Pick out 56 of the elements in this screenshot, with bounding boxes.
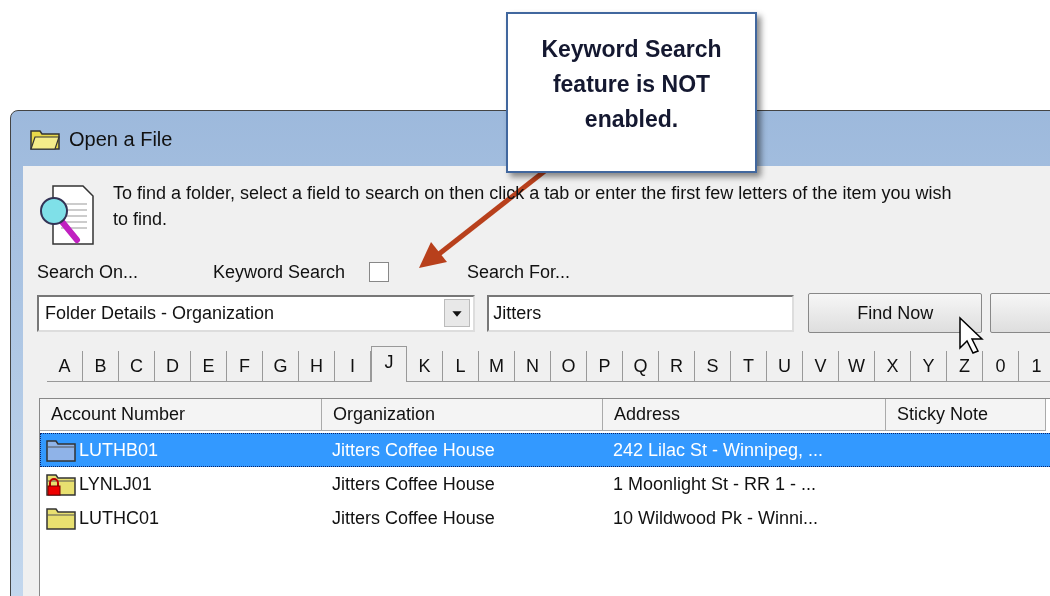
keyword-search-label: Keyword Search	[213, 260, 346, 284]
letter-tab[interactable]: T	[731, 351, 767, 381]
table-cell-text: LUTHB01	[79, 438, 159, 462]
search-for-label: Search For...	[467, 260, 571, 284]
callout-text: Keyword Search feature is NOT enabled.	[540, 35, 723, 134]
mouse-pointer-icon	[958, 316, 984, 356]
letter-tab[interactable]: U	[767, 351, 803, 381]
letter-tab[interactable]: A	[47, 351, 83, 381]
table-cell-text: LYNLJ01	[79, 472, 152, 496]
letter-tab[interactable]: L	[443, 351, 479, 381]
table-cell-text: LUTHC01	[79, 506, 160, 530]
column-header[interactable]: Address	[603, 399, 886, 431]
table-cell-text: Jitters Coffee House	[331, 438, 495, 462]
letter-tab[interactable]: B	[83, 351, 119, 381]
toolbar-button[interactable]	[990, 293, 1050, 333]
letter-tab[interactable]: K	[407, 351, 443, 381]
letter-tab[interactable]: H	[299, 351, 335, 381]
table-cell-text: 10 Wildwood Pk - Winni...	[612, 506, 819, 530]
folder-icon	[29, 127, 61, 150]
keyword-search-checkbox[interactable]	[369, 262, 390, 282]
table-cell-text: Jitters Coffee House	[331, 472, 495, 496]
column-header[interactable]: Account Number	[40, 399, 322, 431]
table-cell-text: Jitters Coffee House	[331, 506, 495, 530]
letter-tab[interactable]: X	[875, 351, 911, 381]
letter-tab[interactable]: V	[803, 351, 839, 381]
letter-tab[interactable]: J	[371, 346, 407, 382]
letter-tab[interactable]: O	[551, 351, 587, 381]
find-now-button[interactable]: Find Now	[808, 293, 983, 333]
locked-folder-icon	[45, 471, 77, 497]
letter-tab[interactable]: E	[191, 351, 227, 381]
letter-tab[interactable]: S	[695, 351, 731, 381]
table-cell-text: 1 Moonlight St - RR 1 - ...	[612, 472, 817, 496]
search-on-label: Search On...	[37, 260, 140, 284]
letter-tab[interactable]: G	[263, 351, 299, 381]
letter-tab[interactable]: Y	[911, 351, 947, 381]
letter-tab[interactable]: D	[155, 351, 191, 381]
table-row[interactable]: LYNLJ01 Jitters Coffee House 1 Moonlight St - RR 1 - ...	[40, 467, 1050, 501]
letter-tab[interactable]: Q	[623, 351, 659, 381]
column-header[interactable]: Organization	[322, 399, 603, 431]
letter-tab[interactable]: 0	[983, 351, 1019, 381]
table-cell-text: 242 Lilac St - Winnipeg, ...	[612, 438, 824, 462]
letter-tab[interactable]: M	[479, 351, 515, 381]
window-title: Open a File	[69, 126, 173, 152]
letter-tab[interactable]: F	[227, 351, 263, 381]
letter-tab[interactable]: C	[119, 351, 155, 381]
column-header[interactable]: Sticky Note	[886, 399, 1046, 431]
letter-tab[interactable]: 1	[1019, 351, 1050, 381]
search-on-dropdown[interactable]: Folder Details - Organization	[37, 294, 476, 332]
table-row[interactable]: LUTHC01 Jitters Coffee House 10 Wildwood Pk - Winni...	[40, 501, 1050, 535]
search-for-field[interactable]: Jitters	[487, 294, 795, 332]
letter-tab[interactable]: R	[659, 351, 695, 381]
folder-icon	[45, 437, 77, 463]
letter-tab[interactable]: N	[515, 351, 551, 381]
letter-tab[interactable]: W	[839, 351, 875, 381]
letter-tab[interactable]: P	[587, 351, 623, 381]
folder-icon	[45, 505, 77, 531]
